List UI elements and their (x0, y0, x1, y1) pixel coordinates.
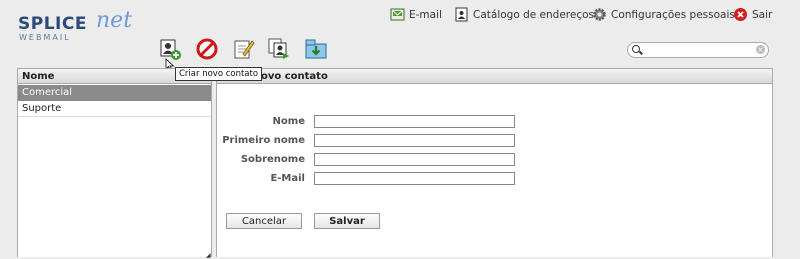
nav-settings-label: Configurações pessoais (611, 8, 735, 21)
email-field[interactable] (314, 172, 515, 185)
name-field[interactable] (314, 115, 515, 128)
delete-icon (196, 38, 218, 60)
edit-button[interactable] (232, 37, 256, 61)
export-button[interactable] (304, 37, 328, 61)
logo-main-text: SPLICE (18, 14, 87, 34)
copy-contact-icon (268, 38, 289, 59)
field-label-primeiro-nome: Primeiro nome (222, 135, 305, 146)
nav-email[interactable]: E-mail (390, 7, 442, 22)
field-label-sobrenome: Sobrenome (240, 154, 305, 165)
close-icon (733, 7, 748, 22)
nav-logout[interactable]: Sair (733, 7, 772, 22)
addressbook-icon (454, 7, 469, 22)
nav-email-label: E-mail (409, 8, 442, 21)
save-button[interactable]: Salvar (314, 213, 380, 229)
email-icon (390, 7, 405, 22)
edit-icon (234, 40, 255, 59)
form-title: Criar novo contato (217, 69, 772, 84)
group-item-comercial[interactable]: Comercial (18, 85, 211, 101)
resize-handle-icon[interactable]: ◢ (206, 252, 211, 259)
first-name-field[interactable] (314, 134, 515, 147)
logo-accent-text: net (96, 8, 133, 33)
tooltip: Criar novo contato (175, 67, 263, 81)
groups-panel: Nome Comercial Suporte ◢ (17, 68, 212, 259)
cancel-button[interactable]: Cancelar (226, 213, 302, 229)
search-icon (632, 45, 640, 53)
clear-search-icon[interactable]: × (756, 45, 765, 54)
contact-form-panel: Criar novo contato Nome Primeiro nome So… (216, 68, 773, 257)
nav-settings[interactable]: Configurações pessoais (592, 7, 735, 22)
field-label-nome: Nome (272, 116, 305, 127)
export-icon (305, 39, 327, 59)
copy-contact-button[interactable] (267, 37, 291, 61)
logo-sub-text: WEBMAIL (19, 33, 71, 42)
group-item-suporte[interactable]: Suporte (18, 101, 211, 117)
last-name-field[interactable] (314, 153, 515, 166)
search-input[interactable] (646, 43, 746, 56)
search-box[interactable]: × (627, 42, 769, 58)
nav-logout-label: Sair (752, 8, 773, 21)
gear-icon (592, 7, 607, 22)
nav-addressbook-label: Catálogo de endereços (473, 8, 595, 21)
field-label-email: E-Mail (270, 173, 305, 184)
delete-button[interactable] (195, 37, 219, 61)
nav-addressbook[interactable]: Catálogo de endereços (454, 7, 594, 22)
